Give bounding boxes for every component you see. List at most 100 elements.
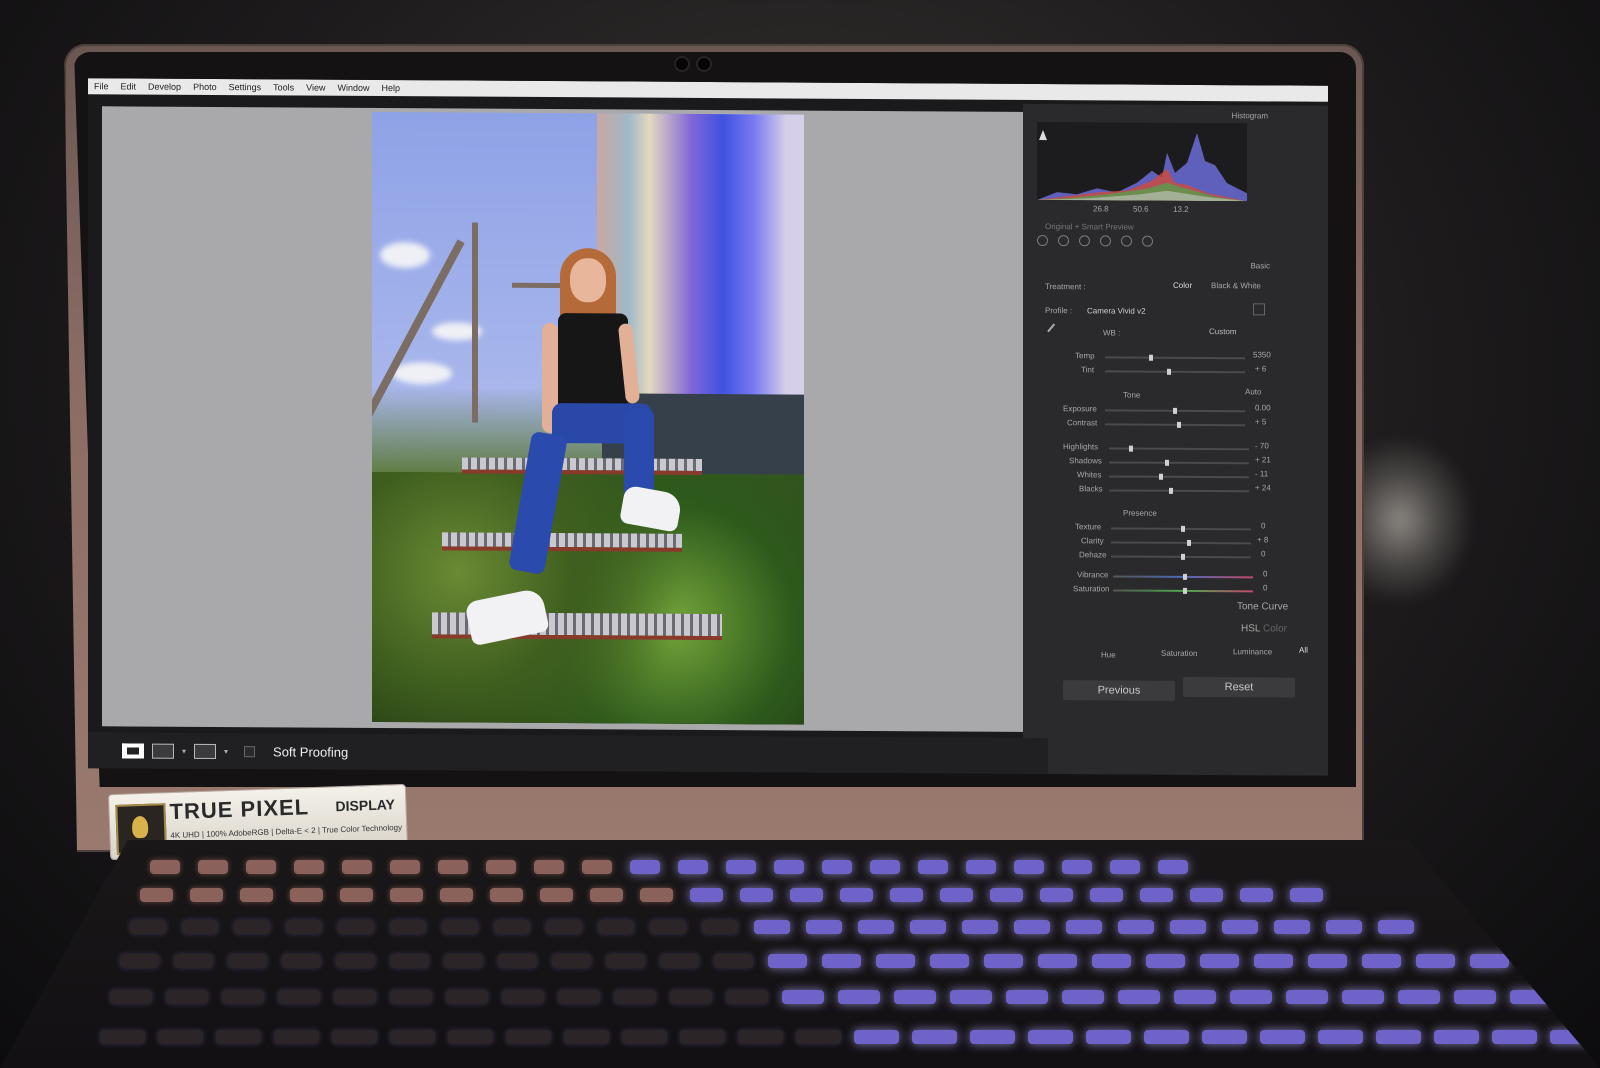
texture-slider[interactable]: [1111, 525, 1251, 532]
keyboard-key: [1066, 920, 1102, 934]
keyboard-key: [342, 860, 372, 874]
hsl-tab-all[interactable]: All: [1299, 646, 1308, 655]
keyboard-key: [1362, 954, 1401, 968]
blacks-slider[interactable]: [1109, 487, 1249, 494]
shadows-value[interactable]: + 21: [1255, 455, 1271, 464]
whites-label: Whites: [1077, 470, 1102, 480]
wb-dropdown[interactable]: Custom: [1209, 327, 1237, 336]
dehaze-slider-knob[interactable]: [1181, 553, 1185, 560]
texture-value[interactable]: 0: [1261, 521, 1265, 530]
highlights-slider-knob[interactable]: [1129, 445, 1133, 452]
sticker-brand: TRUE PIXEL: [169, 794, 310, 825]
stair-step: [462, 457, 702, 475]
contrast-slider[interactable]: [1105, 421, 1245, 428]
tint-slider[interactable]: [1105, 368, 1245, 375]
saturation-slider[interactable]: [1113, 587, 1253, 594]
keyboard-key: [198, 860, 228, 874]
keyboard-key: [702, 920, 738, 934]
crop-tool-icon[interactable]: [1037, 234, 1048, 246]
whites-slider[interactable]: [1109, 473, 1249, 480]
temp-value[interactable]: 5350: [1253, 350, 1271, 359]
keyboard-key: [840, 888, 873, 902]
wb-eyedropper-icon[interactable]: [1047, 323, 1063, 339]
highlights-slider[interactable]: [1109, 445, 1249, 452]
basic-section-title[interactable]: Basic: [1250, 261, 1270, 270]
tint-value[interactable]: + 6: [1255, 364, 1266, 373]
chevron-down-icon[interactable]: ▾: [224, 747, 228, 756]
saturation-slider-knob[interactable]: [1183, 587, 1187, 594]
shadows-slider-knob[interactable]: [1165, 459, 1169, 466]
contrast-slider-knob[interactable]: [1177, 421, 1181, 428]
chevron-down-icon[interactable]: ▾: [182, 746, 186, 755]
person-top: [558, 313, 628, 414]
exposure-value[interactable]: 0.00: [1255, 403, 1271, 412]
dehaze-slider[interactable]: [1111, 553, 1251, 560]
saturation-value[interactable]: 0: [1263, 583, 1267, 592]
hsl-tab-saturation[interactable]: Saturation: [1161, 649, 1197, 658]
keyboard-key: [140, 888, 173, 902]
whites-value[interactable]: - 11: [1255, 469, 1268, 478]
menu-window[interactable]: Window: [338, 83, 370, 93]
shadows-slider[interactable]: [1109, 459, 1249, 466]
keyboard-key: [984, 954, 1023, 968]
keyboard-key: [282, 954, 321, 968]
keyboard-key: [790, 888, 823, 902]
hsl-section[interactable]: HSL: [1241, 623, 1260, 634]
profile-browser-icon[interactable]: [1253, 303, 1265, 316]
histogram-title[interactable]: Histogram: [1232, 111, 1268, 120]
brush-tool-icon[interactable]: [1142, 235, 1153, 247]
keyboard-key: [912, 1030, 957, 1044]
exposure-slider-knob[interactable]: [1173, 407, 1177, 414]
menu-photo[interactable]: Photo: [193, 82, 217, 92]
contrast-value[interactable]: + 5: [1255, 417, 1266, 426]
menu-tools[interactable]: Tools: [273, 82, 294, 92]
hsl-tab-hue[interactable]: Hue: [1101, 650, 1116, 659]
treatment-color-option[interactable]: Color: [1173, 281, 1192, 290]
dehaze-value[interactable]: 0: [1261, 549, 1265, 558]
red-eye-icon[interactable]: [1079, 234, 1090, 246]
yy-compare-icon[interactable]: [194, 743, 217, 759]
exposure-slider[interactable]: [1105, 407, 1245, 414]
tone-auto-button[interactable]: Auto: [1245, 387, 1261, 396]
blacks-value[interactable]: + 24: [1255, 483, 1271, 492]
keyboard-key: [506, 1030, 551, 1044]
edited-photo[interactable]: [372, 111, 804, 725]
keyboard-key: [334, 990, 376, 1004]
soft-proofing-label[interactable]: Soft Proofing: [273, 744, 348, 759]
loupe-view-icon[interactable]: [122, 742, 144, 759]
clarity-value[interactable]: + 8: [1257, 535, 1268, 544]
clarity-slider[interactable]: [1111, 539, 1251, 546]
blacks-slider-knob[interactable]: [1169, 487, 1173, 494]
tone-curve-section[interactable]: Tone Curve: [1237, 601, 1288, 612]
hsl-tab-luminance[interactable]: Luminance: [1233, 647, 1272, 656]
keyboard-key: [950, 990, 992, 1004]
menu-settings[interactable]: Settings: [229, 82, 262, 92]
reset-button[interactable]: Reset: [1183, 676, 1295, 698]
keyboard-key: [962, 920, 998, 934]
graduated-filter-icon[interactable]: [1100, 234, 1111, 246]
vibrance-slider[interactable]: [1113, 573, 1253, 580]
before-after-view-icon[interactable]: [152, 743, 174, 759]
color-section[interactable]: Color: [1263, 623, 1287, 634]
tint-slider-knob[interactable]: [1167, 368, 1171, 375]
texture-slider-knob[interactable]: [1181, 525, 1185, 532]
vibrance-slider-knob[interactable]: [1183, 573, 1187, 580]
profile-dropdown[interactable]: Camera Vivid v2: [1087, 306, 1146, 315]
temp-slider[interactable]: [1105, 354, 1245, 361]
previous-button[interactable]: Previous: [1063, 680, 1175, 701]
soft-proofing-checkbox[interactable]: [244, 745, 256, 757]
temp-slider-knob[interactable]: [1149, 354, 1153, 361]
menu-help[interactable]: Help: [382, 83, 401, 93]
image-canvas[interactable]: [102, 106, 1052, 733]
spot-removal-icon[interactable]: [1058, 234, 1069, 246]
menu-edit[interactable]: Edit: [121, 81, 137, 91]
vibrance-value[interactable]: 0: [1263, 569, 1267, 578]
highlights-value[interactable]: - 70: [1255, 441, 1269, 450]
menu-view[interactable]: View: [306, 83, 325, 93]
menu-develop[interactable]: Develop: [148, 82, 181, 92]
menu-file[interactable]: File: [94, 81, 109, 91]
whites-slider-knob[interactable]: [1159, 473, 1163, 480]
clarity-slider-knob[interactable]: [1187, 539, 1191, 546]
radial-filter-icon[interactable]: [1121, 235, 1132, 247]
treatment-bw-option[interactable]: Black & White: [1211, 281, 1261, 290]
